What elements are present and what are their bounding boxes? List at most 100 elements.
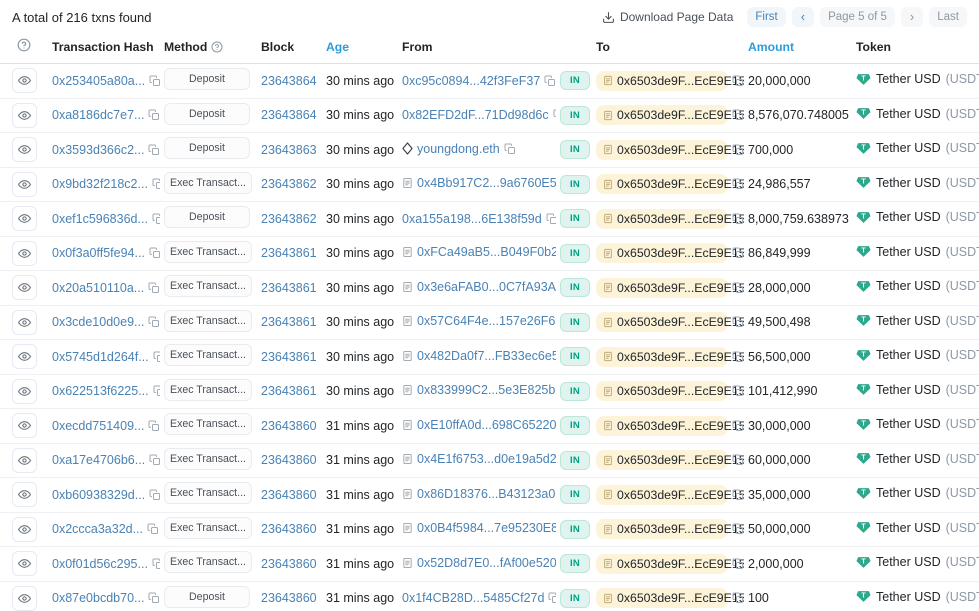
- block-link[interactable]: 23643863: [261, 143, 317, 157]
- from-address-link[interactable]: 0x833999C2...5e3E825b2: [417, 383, 556, 397]
- copy-icon[interactable]: [732, 523, 744, 535]
- block-link[interactable]: 23643864: [261, 108, 317, 122]
- method-badge[interactable]: Deposit: [164, 586, 250, 608]
- eye-preview-button[interactable]: [12, 68, 37, 93]
- copy-icon[interactable]: [152, 178, 160, 190]
- copy-icon[interactable]: [732, 454, 744, 466]
- token-link[interactable]: T Tether USD (USDT): [856, 72, 979, 87]
- method-badge[interactable]: Deposit: [164, 103, 250, 125]
- from-address-link[interactable]: 0xa155a198...6E138f59d: [402, 212, 542, 226]
- from-address-link[interactable]: 0x57C64F4e...157e26F69: [417, 314, 556, 328]
- copy-icon[interactable]: [147, 523, 159, 535]
- block-link[interactable]: 23643861: [261, 384, 317, 398]
- copy-icon[interactable]: [732, 385, 744, 397]
- token-link[interactable]: T Tether USD (USDT): [856, 382, 979, 397]
- eye-preview-button[interactable]: [12, 344, 37, 369]
- pagination-last-button[interactable]: Last: [929, 7, 967, 28]
- copy-icon[interactable]: [732, 144, 744, 156]
- to-address-link[interactable]: 0x6503de9F...EcE9E153f: [596, 243, 728, 263]
- from-address-link[interactable]: 0x52D8d7E0...fAf00e520: [417, 556, 556, 570]
- block-link[interactable]: 23643862: [261, 212, 317, 226]
- copy-icon[interactable]: [153, 351, 160, 363]
- from-address-link[interactable]: youngdong.eth: [417, 142, 500, 156]
- to-address-link[interactable]: 0x6503de9F...EcE9E153f: [596, 416, 728, 436]
- txn-hash-link[interactable]: 0x0f01d56c295...: [52, 557, 148, 571]
- txn-hash-link[interactable]: 0x0f3a0ff5fe94...: [52, 246, 145, 260]
- copy-icon[interactable]: [148, 109, 160, 121]
- from-address-link[interactable]: 0xE10ffA0d...698C65220: [417, 418, 556, 432]
- download-page-data-button[interactable]: Download Page Data: [594, 6, 741, 28]
- txn-hash-link[interactable]: 0xa8186dc7e7...: [52, 108, 144, 122]
- copy-icon[interactable]: [152, 213, 160, 225]
- token-link[interactable]: T Tether USD (USDT): [856, 555, 979, 570]
- from-address-link[interactable]: 0xFCa49aB5...B049F0b21: [417, 245, 556, 259]
- copy-icon[interactable]: [153, 385, 160, 397]
- copy-icon[interactable]: [149, 489, 160, 501]
- txn-hash-link[interactable]: 0x9bd32f218c2...: [52, 177, 148, 191]
- to-address-link[interactable]: 0x6503de9F...EcE9E153f: [596, 71, 728, 91]
- to-address-link[interactable]: 0x6503de9F...EcE9E153f: [596, 588, 728, 608]
- to-address-link[interactable]: 0x6503de9F...EcE9E153f: [596, 278, 728, 298]
- method-badge[interactable]: Exec Transact...: [164, 413, 252, 435]
- to-address-link[interactable]: 0x6503de9F...EcE9E153f: [596, 174, 728, 194]
- to-address-link[interactable]: 0x6503de9F...EcE9E153f: [596, 312, 728, 332]
- copy-icon[interactable]: [732, 247, 744, 259]
- block-link[interactable]: 23643861: [261, 281, 317, 295]
- token-link[interactable]: T Tether USD (USDT): [856, 313, 979, 328]
- txn-hash-link[interactable]: 0xb60938329d...: [52, 488, 145, 502]
- copy-icon[interactable]: [732, 178, 744, 190]
- block-link[interactable]: 23643860: [261, 557, 317, 571]
- method-badge[interactable]: Exec Transact...: [164, 551, 252, 573]
- eye-preview-button[interactable]: [12, 310, 37, 335]
- copy-icon[interactable]: [504, 143, 516, 155]
- txn-hash-link[interactable]: 0x3593d366c2...: [52, 143, 144, 157]
- eye-preview-button[interactable]: [12, 379, 37, 404]
- token-link[interactable]: T Tether USD (USDT): [856, 141, 979, 156]
- from-address-link[interactable]: 0xc95c0894...42f3FeF37: [402, 74, 540, 88]
- method-badge[interactable]: Exec Transact...: [164, 344, 252, 366]
- from-address-link[interactable]: 0x4E1f6753...d0e19a5d2: [417, 452, 556, 466]
- block-link[interactable]: 23643862: [261, 177, 317, 191]
- block-link[interactable]: 23643860: [261, 488, 317, 502]
- block-link[interactable]: 23643861: [261, 315, 317, 329]
- txn-hash-link[interactable]: 0x20a510110a...: [52, 281, 144, 295]
- copy-icon[interactable]: [149, 75, 160, 87]
- token-link[interactable]: T Tether USD (USDT): [856, 106, 979, 121]
- header-age-sort[interactable]: Age: [322, 30, 398, 64]
- token-link[interactable]: T Tether USD (USDT): [856, 417, 979, 432]
- copy-icon[interactable]: [544, 75, 556, 87]
- eye-preview-button[interactable]: [12, 448, 37, 473]
- copy-icon[interactable]: [732, 558, 744, 570]
- method-badge[interactable]: Deposit: [164, 206, 250, 228]
- token-link[interactable]: T Tether USD (USDT): [856, 451, 979, 466]
- from-address-link[interactable]: 0x82EFD2dF...71Dd98d6c: [402, 108, 549, 122]
- copy-icon[interactable]: [148, 144, 160, 156]
- to-address-link[interactable]: 0x6503de9F...EcE9E153f: [596, 450, 728, 470]
- from-address-link[interactable]: 0x86D18376...B43123a0E: [417, 487, 556, 501]
- copy-icon[interactable]: [732, 109, 744, 121]
- block-link[interactable]: 23643860: [261, 453, 317, 467]
- eye-preview-button[interactable]: [12, 137, 37, 162]
- copy-icon[interactable]: [148, 420, 160, 432]
- copy-icon[interactable]: [553, 109, 556, 121]
- copy-icon[interactable]: [148, 316, 160, 328]
- copy-icon[interactable]: [732, 282, 744, 294]
- help-circle-icon[interactable]: [211, 41, 223, 53]
- eye-preview-button[interactable]: [12, 413, 37, 438]
- to-address-link[interactable]: 0x6503de9F...EcE9E153f: [596, 519, 728, 539]
- from-address-link[interactable]: 0x3e6aFAB0...0C7fA93Ac: [417, 280, 556, 294]
- method-badge[interactable]: Exec Transact...: [164, 448, 252, 470]
- to-address-link[interactable]: 0x6503de9F...EcE9E153f: [596, 105, 728, 125]
- copy-icon[interactable]: [149, 247, 160, 259]
- method-badge[interactable]: Exec Transact...: [164, 241, 252, 263]
- to-address-link[interactable]: 0x6503de9F...EcE9E153f: [596, 140, 728, 160]
- copy-icon[interactable]: [148, 282, 160, 294]
- block-link[interactable]: 23643861: [261, 350, 317, 364]
- copy-icon[interactable]: [548, 592, 556, 604]
- from-address-link[interactable]: 0x1f4CB28D...5485Cf27d: [402, 591, 544, 605]
- block-link[interactable]: 23643864: [261, 74, 317, 88]
- txn-hash-link[interactable]: 0x5745d1d264f...: [52, 350, 149, 364]
- txn-hash-link[interactable]: 0x2ccca3a32d...: [52, 522, 143, 536]
- copy-icon[interactable]: [732, 351, 744, 363]
- eye-preview-button[interactable]: [12, 172, 37, 197]
